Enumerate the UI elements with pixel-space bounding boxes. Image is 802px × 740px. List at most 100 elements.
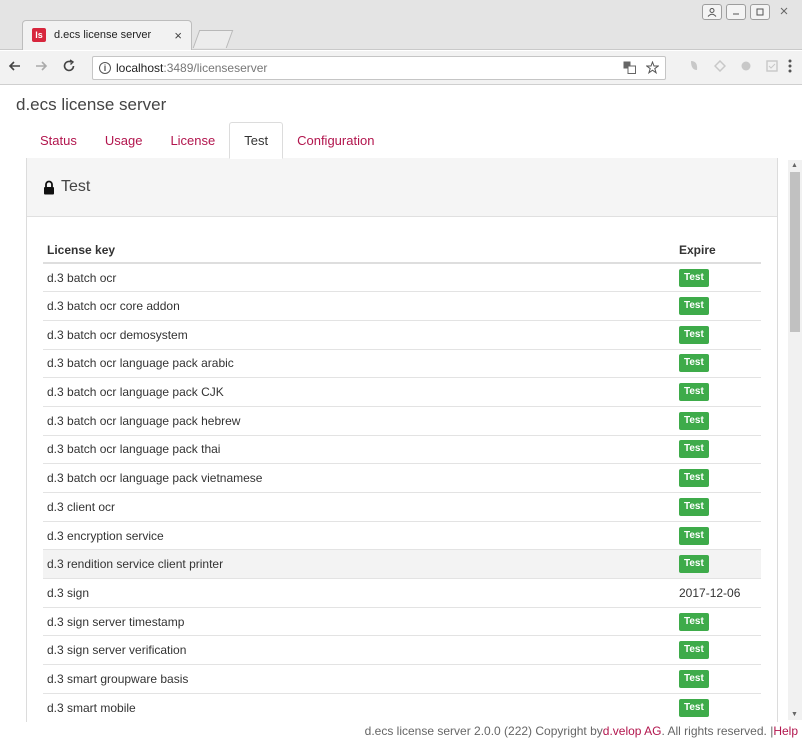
page-scrollbar[interactable]: ▲ ▼: [788, 160, 802, 720]
table-row: d.3 client ocr Test: [43, 492, 761, 522]
test-badge: Test: [679, 469, 709, 488]
license-key-cell: d.3 batch ocr core addon: [43, 291, 675, 321]
browser-toolbar: i localhost :3489/licenseserver: [0, 51, 802, 85]
expire-cell: Test: [675, 492, 761, 522]
user-icon[interactable]: [702, 4, 722, 20]
test-badge: Test: [679, 383, 709, 402]
scroll-up-icon[interactable]: ▲: [791, 162, 798, 169]
table-row: d.3 sign server timestamp Test: [43, 607, 761, 637]
extension-1-icon[interactable]: [688, 60, 700, 75]
license-key-cell: d.3 rendition service client printer: [43, 549, 675, 580]
license-key-cell: d.3 batch ocr: [43, 263, 675, 293]
expire-cell: Test: [675, 693, 761, 723]
expire-cell: Test: [675, 291, 761, 321]
help-link[interactable]: Help: [773, 724, 798, 738]
expire-cell: Test: [675, 549, 761, 580]
license-table: License key Expire d.3 batch ocr Test d.3 …: [43, 237, 761, 739]
scroll-thumb[interactable]: [790, 172, 800, 332]
license-key-cell: d.3 sign: [43, 578, 675, 608]
maximize-icon[interactable]: [750, 4, 770, 20]
table-row: d.3 batch ocr core addon Test: [43, 291, 761, 321]
forward-arrow-icon[interactable]: [34, 59, 48, 78]
expire-header: Expire: [675, 237, 761, 264]
footer-text: d.ecs license server 2.0.0 (222) Copyrig…: [364, 724, 603, 738]
tab-test[interactable]: Test: [229, 122, 284, 159]
panel-title: Test: [61, 178, 91, 195]
table-row: d.3 batch ocr demosystem Test: [43, 320, 761, 350]
page-title: d.ecs license server: [16, 95, 167, 114]
browser-tab[interactable]: ls d.ecs license server ×: [22, 20, 192, 50]
bookmark-star-icon[interactable]: [645, 60, 660, 77]
expire-cell: Test: [675, 377, 761, 407]
test-badge: Test: [679, 612, 709, 631]
expire-cell: Test: [675, 521, 761, 551]
window-controls: [702, 4, 794, 20]
extension-3-icon[interactable]: [740, 60, 752, 75]
expire-cell: Test: [675, 607, 761, 637]
test-badge: Test: [679, 555, 709, 574]
license-key-cell: d.3 smart mobile: [43, 693, 675, 723]
license-key-cell: d.3 batch ocr language pack hebrew: [43, 406, 675, 436]
table-row: d.3 rendition service client printer Test: [43, 549, 761, 580]
browser-titlebar: ls d.ecs license server ×: [0, 0, 802, 50]
browser-tab-title: d.ecs license server: [54, 29, 152, 41]
table-row: d.3 batch ocr language pack thai Test: [43, 435, 761, 465]
license-key-cell: d.3 batch ocr language pack CJK: [43, 377, 675, 407]
test-badge: Test: [679, 641, 709, 660]
test-badge: Test: [679, 325, 709, 344]
tab-usage[interactable]: Usage: [91, 122, 157, 159]
test-badge: Test: [679, 497, 709, 516]
table-row: d.3 batch ocr language pack CJK Test: [43, 377, 761, 407]
tab-configuration[interactable]: Configuration: [283, 122, 388, 159]
license-key-cell: d.3 batch ocr language pack thai: [43, 435, 675, 465]
address-bar[interactable]: i localhost :3489/licenseserver: [92, 56, 666, 80]
nav-tabs: Status Usage License Test Configuration: [26, 122, 388, 159]
expire-cell: Test: [675, 463, 761, 493]
extension-4-icon[interactable]: [766, 60, 778, 75]
test-badge: Test: [679, 411, 709, 430]
new-tab-button[interactable]: [192, 30, 234, 48]
info-icon[interactable]: i: [99, 62, 111, 74]
table-row: d.3 batch ocr language pack vietnamese Te…: [43, 463, 761, 493]
tab-status[interactable]: Status: [26, 122, 91, 159]
favicon-icon: ls: [32, 28, 46, 42]
url-path: :3489/licenseserver: [163, 61, 268, 75]
license-key-cell: d.3 batch ocr demosystem: [43, 320, 675, 350]
expire-cell: Test: [675, 349, 761, 379]
scroll-down-icon[interactable]: ▼: [791, 711, 798, 718]
back-arrow-icon[interactable]: [8, 59, 22, 78]
table-row: d.3 batch ocr Test: [43, 263, 761, 293]
window-close-icon[interactable]: [774, 5, 794, 19]
license-key-header: License key: [43, 237, 675, 264]
expire-cell: Test: [675, 435, 761, 465]
test-panel: Test License key Expire d.3 batch ocr Tes…: [26, 158, 778, 740]
table-row: d.3 encryption service Test: [43, 521, 761, 551]
table-row: d.3 smart mobile Test: [43, 693, 761, 723]
table-row: d.3 batch ocr language pack hebrew Test: [43, 406, 761, 436]
tab-license[interactable]: License: [156, 122, 229, 159]
expire-cell: Test: [675, 263, 761, 293]
test-badge: Test: [679, 297, 709, 316]
company-link[interactable]: d.velop AG: [603, 724, 662, 738]
reload-icon[interactable]: [62, 59, 76, 78]
footer-rights: . All rights reserved. |: [661, 724, 774, 738]
test-badge: Test: [679, 440, 709, 459]
table-row: d.3 smart groupware basis Test: [43, 664, 761, 694]
expire-cell: Test: [675, 635, 761, 666]
expire-cell: 2017-12-06: [675, 578, 761, 608]
tab-close-icon[interactable]: ×: [174, 28, 182, 43]
test-badge: Test: [679, 268, 709, 287]
test-badge: Test: [679, 669, 709, 688]
license-key-cell: d.3 batch ocr language pack vietnamese: [43, 463, 675, 493]
footer: d.ecs license server 2.0.0 (222) Copyrig…: [0, 722, 802, 740]
license-key-cell: d.3 sign server timestamp: [43, 607, 675, 637]
translate-icon[interactable]: [623, 61, 636, 77]
license-key-cell: d.3 smart groupware basis: [43, 664, 675, 694]
table-row: d.3 sign server verification Test: [43, 635, 761, 666]
browser-menu-icon[interactable]: [788, 59, 792, 77]
license-key-cell: d.3 encryption service: [43, 521, 675, 551]
test-badge: Test: [679, 526, 709, 545]
license-key-cell: d.3 client ocr: [43, 492, 675, 522]
minimize-icon[interactable]: [726, 4, 746, 20]
extension-2-icon[interactable]: [713, 59, 727, 75]
